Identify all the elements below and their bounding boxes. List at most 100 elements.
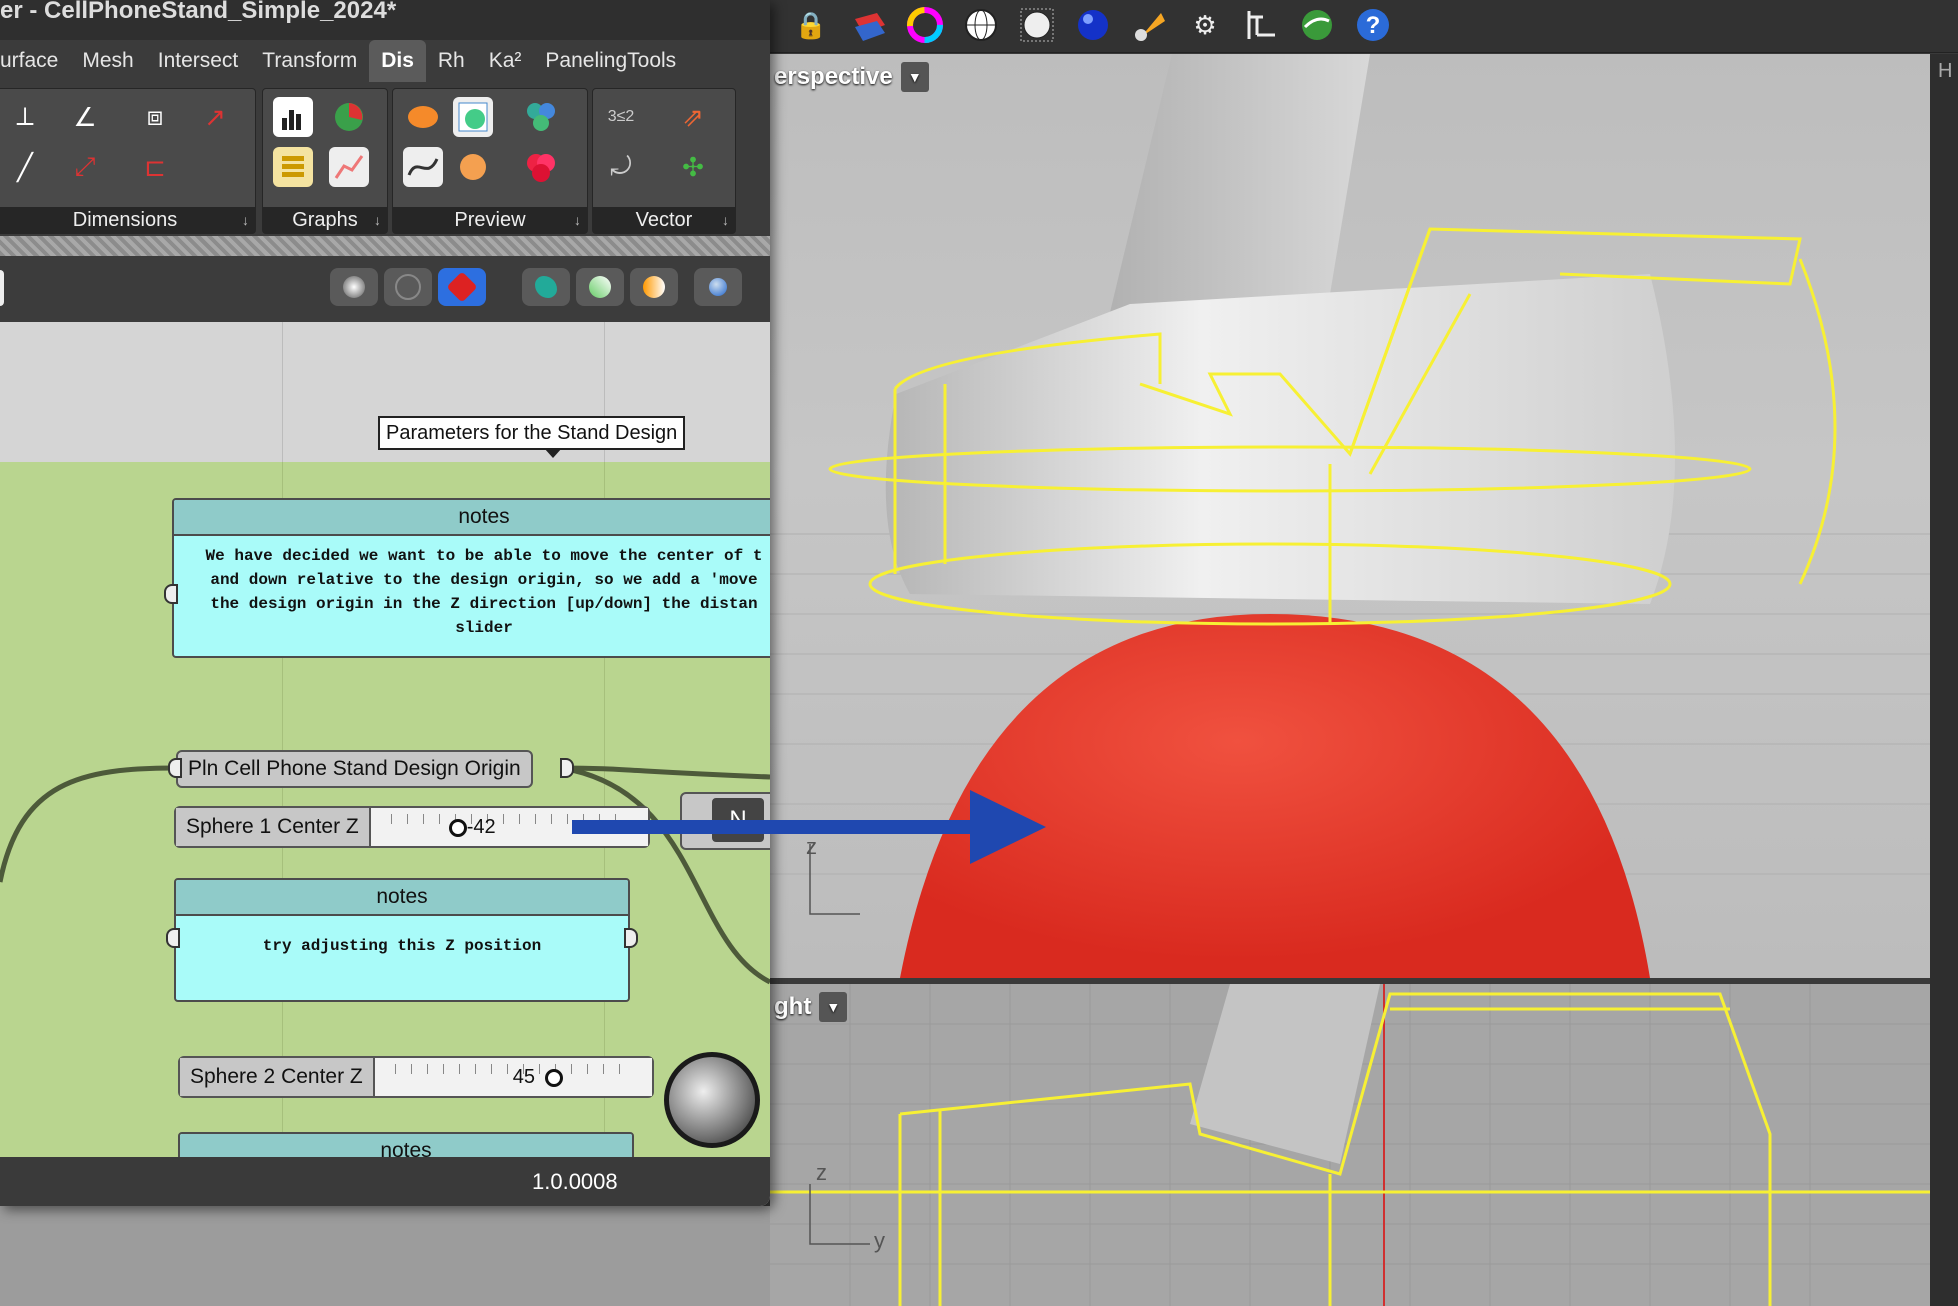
vector-field-icon[interactable]: ✣ xyxy=(673,147,713,187)
slider-knob[interactable] xyxy=(448,819,467,837)
display-preview-icon[interactable] xyxy=(453,97,493,137)
expand-arrow-icon[interactable]: ↓ xyxy=(574,207,581,233)
slider-value: -42 xyxy=(466,816,496,838)
preview-material-button[interactable] xyxy=(630,268,678,306)
pie-chart-icon[interactable] xyxy=(329,97,369,137)
group-dimensions: ⟂ ∠ ⧈ ↗ ╱ ⤢ ⊏ Dimensions ↓ xyxy=(0,88,256,234)
material-icon[interactable] xyxy=(453,147,493,187)
graph-mapper-icon[interactable] xyxy=(329,147,369,187)
color-wheel-icon[interactable] xyxy=(904,4,946,46)
slider-knob[interactable] xyxy=(544,1069,563,1087)
z-axis-label: z xyxy=(806,834,817,859)
preview-render-button[interactable] xyxy=(694,268,742,306)
note-output-grip[interactable] xyxy=(624,928,638,948)
layer-icon[interactable] xyxy=(848,4,890,46)
gradient-icon[interactable] xyxy=(403,147,443,187)
sphere1-center-z-slider[interactable]: Sphere 1 Center Z -42 xyxy=(174,806,650,848)
viewport-dropdown-icon[interactable]: ▼ xyxy=(900,62,929,92)
perspective-viewport[interactable]: z erspective ▼ xyxy=(770,54,1930,978)
aligned-dimension-icon[interactable]: ↗ xyxy=(195,97,235,137)
right-viewport[interactable]: z y ght ▼ xyxy=(770,984,1930,1306)
tab-kangaroo[interactable]: Ka² xyxy=(477,40,534,82)
ribbon-divider[interactable] xyxy=(0,236,770,256)
tab-surface[interactable]: urface xyxy=(0,40,70,82)
status-bar: 1.0.0008 xyxy=(0,1157,770,1206)
wireframe-sphere-icon[interactable] xyxy=(960,4,1002,46)
gear-icon[interactable]: ⚙ xyxy=(1184,4,1226,46)
svg-text:?: ? xyxy=(1366,12,1381,39)
angle-dimension-icon[interactable]: ∠ xyxy=(65,97,105,137)
preview-label: Preview xyxy=(454,209,526,231)
right-viewport-label[interactable]: ght ▼ xyxy=(770,990,857,1024)
custom-preview-icon[interactable] xyxy=(403,97,443,137)
y-axis-label-right: y xyxy=(874,1228,885,1253)
graphs-label: Graphs xyxy=(292,209,358,231)
light-icon[interactable] xyxy=(1128,4,1170,46)
group-graphs: Graphs ↓ xyxy=(262,88,388,234)
slider-track[interactable]: -42 xyxy=(370,808,648,846)
box-dimension-icon[interactable]: ⧈ xyxy=(135,97,175,137)
linear-dimension-icon[interactable]: ⟂ xyxy=(5,97,45,137)
color-swatch-icon[interactable] xyxy=(521,97,561,137)
right-panel-edge[interactable]: H xyxy=(1930,54,1958,1306)
lock-icon[interactable]: 🔒 xyxy=(790,4,832,46)
expand-arrow-icon[interactable]: ↓ xyxy=(242,207,249,233)
tab-display[interactable]: Dis xyxy=(369,40,426,82)
param-output-grip[interactable] xyxy=(560,758,574,778)
dimension-icon[interactable] xyxy=(1240,4,1282,46)
expand-arrow-icon[interactable]: ↓ xyxy=(722,207,729,233)
tab-mesh[interactable]: Mesh xyxy=(70,40,145,82)
group-label-graphs: Graphs ↓ xyxy=(263,207,387,233)
viewport-dropdown-icon[interactable]: ▼ xyxy=(819,992,848,1022)
preview-shaded-button[interactable] xyxy=(438,268,486,306)
point-list-icon[interactable]: 3≤2 xyxy=(601,97,641,137)
dimensions-label: Dimensions xyxy=(72,209,178,231)
group-label-dimensions: Dimensions ↓ xyxy=(0,207,255,233)
note-panel-2[interactable]: notes try adjusting this Z position xyxy=(174,878,630,1002)
ordinate-dimension-icon[interactable]: ⊏ xyxy=(135,147,175,187)
tab-rhino[interactable]: Rh xyxy=(426,40,477,82)
grid-sphere-icon[interactable] xyxy=(1016,4,1058,46)
expand-arrow-icon[interactable]: ↓ xyxy=(374,207,381,233)
perspective-viewport-label[interactable]: erspective ▼ xyxy=(770,60,939,94)
tab-panelingtools[interactable]: PanelingTools xyxy=(533,40,688,82)
vector-dim-icon[interactable]: ⤾ xyxy=(601,147,641,187)
help-icon[interactable]: ? xyxy=(1352,4,1394,46)
group-label-vector: Vector ↓ xyxy=(593,207,735,233)
tab-transform[interactable]: Transform xyxy=(250,40,369,82)
line-dimension-icon[interactable]: ╱ xyxy=(5,147,45,187)
slider-track[interactable]: 45 xyxy=(374,1058,652,1096)
slider-label: Sphere 2 Center Z xyxy=(180,1058,375,1096)
param-input-grip[interactable] xyxy=(168,758,182,778)
color-mix-icon[interactable] xyxy=(521,147,561,187)
preview-mesh-button[interactable] xyxy=(576,268,624,306)
globe-icon[interactable] xyxy=(1296,4,1338,46)
canvas-toolbar xyxy=(0,256,770,322)
right-scene: z y xyxy=(770,984,1930,1306)
legend-icon[interactable] xyxy=(273,147,313,187)
vector-display-icon[interactable]: ⇗ xyxy=(673,97,713,137)
render-sphere-icon[interactable] xyxy=(1072,4,1114,46)
preview-wireframe-button[interactable] xyxy=(384,268,432,306)
radial-dimension-icon[interactable]: ⤢ xyxy=(65,147,105,187)
bar-graph-icon[interactable] xyxy=(273,97,313,137)
toolbar-edge xyxy=(0,270,4,306)
dial-component[interactable] xyxy=(664,1052,760,1148)
grasshopper-window: er - CellPhoneStand_Simple_2024* urface … xyxy=(0,0,770,1206)
note-panel-3[interactable]: notes xyxy=(178,1132,634,1157)
origin-plane-param[interactable]: Pln Cell Phone Stand Design Origin xyxy=(176,750,533,788)
note-panel-1[interactable]: notes We have decided we want to be able… xyxy=(172,498,770,658)
tab-intersect[interactable]: Intersect xyxy=(146,40,251,82)
grasshopper-canvas[interactable]: Parameters for the Stand Design notes We… xyxy=(0,322,770,1157)
note-body: We have decided we want to be able to mo… xyxy=(205,547,763,637)
sphere2-center-z-slider[interactable]: Sphere 2 Center Z 45 xyxy=(178,1056,654,1098)
note-input-grip[interactable] xyxy=(164,584,178,604)
note-input-grip[interactable] xyxy=(166,928,180,948)
vector-label: Vector xyxy=(635,209,693,231)
preview-off-button[interactable] xyxy=(330,268,378,306)
component-node[interactable]: N xyxy=(680,792,770,850)
slider-label: Sphere 1 Center Z xyxy=(176,808,371,846)
preview-selected-button[interactable] xyxy=(522,268,570,306)
right-label-text: ght xyxy=(774,993,812,1020)
note-body: try adjusting this Z position xyxy=(262,937,542,955)
